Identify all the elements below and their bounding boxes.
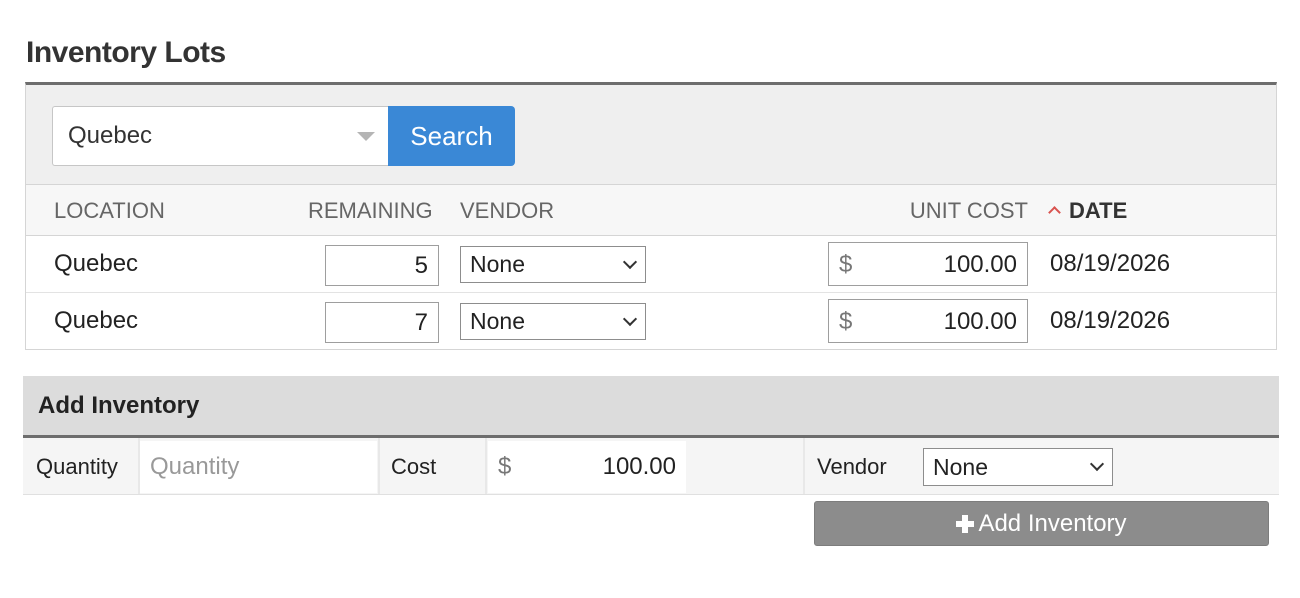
column-header-location[interactable]: LOCATION <box>54 198 165 224</box>
add-vendor-select[interactable]: None <box>923 448 1113 486</box>
cost-input[interactable]: $ 100.00 <box>488 441 686 493</box>
currency-symbol: $ <box>839 308 853 335</box>
divider <box>378 438 380 494</box>
plus-icon <box>956 514 975 533</box>
quantity-label: Quantity <box>36 454 118 479</box>
inventory-lots-panel: Quebec Search LOCATION REMAINING VENDOR … <box>25 82 1277 350</box>
vendor-label: Vendor <box>817 454 887 479</box>
table-row: Quebec 7 None $ 100.00 08/19/2026 <box>26 293 1276 350</box>
unit-cost-input[interactable]: $ 100.00 <box>828 242 1028 286</box>
column-header-unit-cost[interactable]: UNIT COST <box>910 198 1028 224</box>
cost-label: Cost <box>391 454 437 479</box>
add-inventory-form: Quantity Quantity Cost $ 100.00 Vendor N… <box>23 438 1279 495</box>
remaining-input[interactable]: 5 <box>325 245 439 286</box>
lot-date: 08/19/2026 <box>1050 307 1171 334</box>
search-bar: Quebec Search <box>26 85 1276 185</box>
chevron-down-icon <box>622 311 638 327</box>
add-inventory-button[interactable]: Add Inventory <box>814 501 1269 546</box>
unit-cost-value: 100.00 <box>943 251 1017 278</box>
add-inventory-title: Add Inventory <box>23 376 1279 438</box>
table-header: LOCATION REMAINING VENDOR UNIT COST DATE <box>26 185 1276 236</box>
lot-location: Quebec <box>54 250 139 277</box>
vendor-select-value: None <box>470 251 525 277</box>
vendor-select-value: None <box>470 308 525 334</box>
column-header-date[interactable]: DATE <box>1048 198 1128 224</box>
sort-ascending-icon <box>1048 206 1061 219</box>
search-button[interactable]: Search <box>388 106 515 166</box>
chevron-down-icon <box>1089 456 1105 472</box>
caret-down-icon <box>357 132 375 141</box>
quantity-input[interactable]: Quantity <box>140 441 377 493</box>
page-title: Inventory Lots <box>26 36 226 69</box>
divider <box>803 438 805 494</box>
location-select-value: Quebec <box>68 122 153 149</box>
lot-date: 08/19/2026 <box>1050 250 1171 277</box>
chevron-down-icon <box>622 254 638 270</box>
divider <box>485 438 487 494</box>
unit-cost-input[interactable]: $ 100.00 <box>828 299 1028 343</box>
add-inventory-panel: Add Inventory Quantity Quantity Cost $ 1… <box>23 376 1279 495</box>
add-vendor-select-value: None <box>933 454 988 480</box>
unit-cost-value: 100.00 <box>943 308 1017 335</box>
currency-symbol: $ <box>498 453 512 480</box>
column-header-remaining[interactable]: REMAINING <box>308 198 433 224</box>
column-header-date-label: DATE <box>1069 198 1128 223</box>
column-header-vendor[interactable]: VENDOR <box>460 198 554 224</box>
table-row: Quebec 5 None $ 100.00 08/19/2026 <box>26 236 1276 293</box>
vendor-select[interactable]: None <box>460 246 646 283</box>
add-inventory-button-label: Add Inventory <box>978 509 1127 537</box>
lot-location: Quebec <box>54 307 139 334</box>
vendor-select[interactable]: None <box>460 303 646 340</box>
location-select[interactable]: Quebec <box>52 106 389 166</box>
remaining-input[interactable]: 7 <box>325 302 439 343</box>
currency-symbol: $ <box>839 251 853 278</box>
cost-value: 100.00 <box>602 453 676 480</box>
